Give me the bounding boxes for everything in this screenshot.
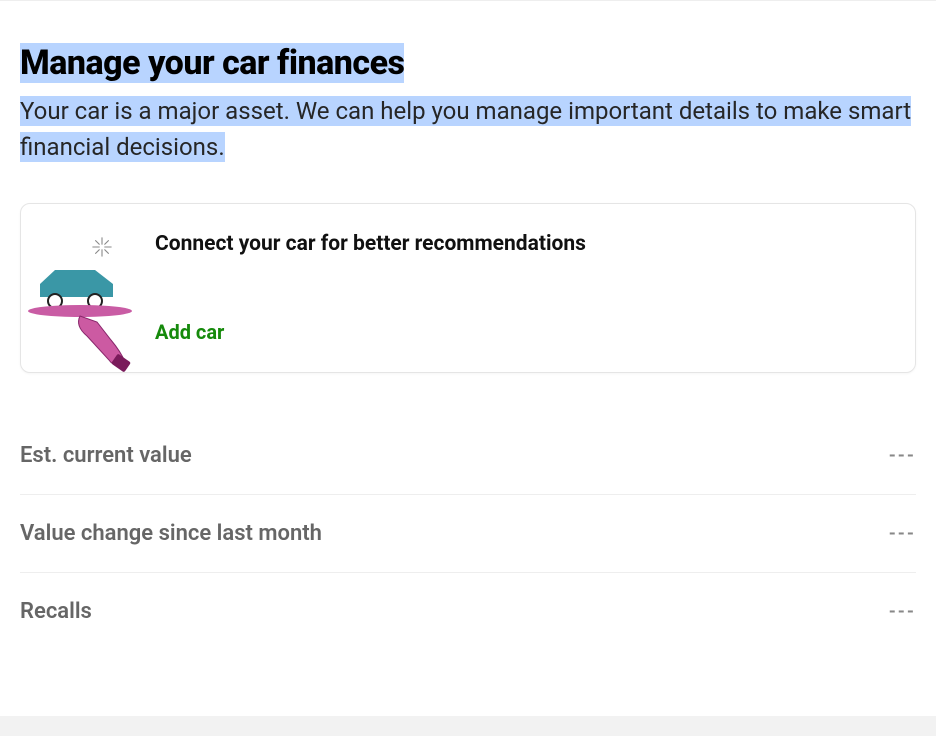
stat-row-recalls: Recalls --- <box>20 573 916 650</box>
car-stats-list: Est. current value --- Value change sinc… <box>20 417 916 650</box>
page-subtitle: Your car is a major asset. We can help y… <box>20 96 911 162</box>
stat-value: --- <box>889 445 916 466</box>
stat-value: --- <box>889 601 916 622</box>
sparkle-icon <box>91 236 113 262</box>
card-title: Connect your car for better recommendati… <box>155 232 893 256</box>
footer-block <box>0 716 936 736</box>
stat-value: --- <box>889 523 916 544</box>
card-body: Connect your car for better recommendati… <box>155 232 893 344</box>
hero: Manage your car finances Your car is a m… <box>20 41 916 165</box>
stat-label: Value change since last month <box>20 521 322 546</box>
car-on-hand-illustration <box>25 232 135 344</box>
stat-row-value-change: Value change since last month --- <box>20 495 916 573</box>
stat-label: Recalls <box>20 599 92 624</box>
page-subtitle-wrap: Your car is a major asset. We can help y… <box>20 93 916 165</box>
stat-row-est-value: Est. current value --- <box>20 417 916 495</box>
car-finances-section: Manage your car finances Your car is a m… <box>0 0 936 650</box>
page-title: Manage your car finances <box>20 43 404 83</box>
car-icon <box>25 264 135 378</box>
connect-car-card: Connect your car for better recommendati… <box>20 203 916 373</box>
add-car-link[interactable]: Add car <box>155 320 224 344</box>
stat-label: Est. current value <box>20 443 192 468</box>
